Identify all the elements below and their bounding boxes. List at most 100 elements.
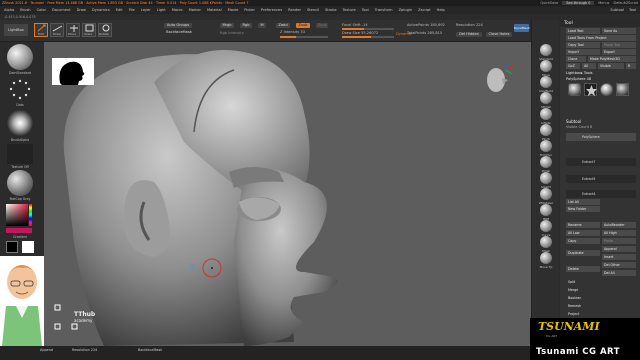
edit-mode-button[interactable]: Edit [34,23,48,37]
brush-curve[interactable]: Curve [535,220,557,237]
zcut-button[interactable]: Zcut [316,23,328,28]
brush-pinch[interactable]: Pinch [535,124,557,141]
menu-item-texture[interactable]: Texture [343,8,356,12]
rename-button[interactable]: Rename [566,222,600,228]
color-saturation-field[interactable] [6,204,28,226]
bottom-resolution-readout[interactable]: Resolution 224 [72,348,97,352]
close-holes-button[interactable]: Close Holes [486,32,512,37]
del-hidden-button[interactable]: Del Hidden [456,32,482,37]
default-script-button[interactable]: DefaultZScript [613,1,638,5]
alpha-selector[interactable] [7,110,33,136]
menu-item-movie[interactable]: Movie [228,8,239,12]
resolution-readout[interactable]: Resolution 224 [456,23,483,27]
brush-polish[interactable]: Polish [535,156,557,173]
bottom-backface-mask-button[interactable]: BackfaceMask [138,348,162,352]
menu-item-document[interactable]: Document [52,8,71,12]
color-hue-strip[interactable] [29,204,32,226]
brush-imm[interactable]: IMM [535,204,557,221]
export-button[interactable]: Export [602,49,636,55]
menu-item-material[interactable]: Material [207,8,222,12]
main-color-swatch[interactable] [6,241,18,253]
see-through-slider[interactable]: See-through 0 [562,1,595,5]
menu-item-dynamics[interactable]: Dynamics [92,8,110,12]
color-picker[interactable] [6,204,32,234]
all-low-button[interactable]: All Low [566,230,600,236]
menu-item-tool-right[interactable]: Tool [629,8,636,12]
visible-button[interactable]: Visible [598,63,624,69]
menu-item-picker[interactable]: Picker [244,8,255,12]
texture-selector[interactable] [7,144,33,164]
tool-thumbnail-sphere[interactable] [600,83,613,96]
subtool-section-title[interactable]: Subtool [566,119,581,124]
menu-item-zscript[interactable]: Zscript [418,8,430,12]
load-tools-from-project-button[interactable]: Load Tools From Project [566,35,636,41]
merge-menu[interactable]: Merge [566,287,600,293]
zsub-button[interactable]: Zsub [296,23,310,28]
copy-button[interactable]: Copy [566,238,600,244]
paste-button[interactable]: Paste [602,238,636,244]
menu-item-help[interactable]: Help [437,8,445,12]
menu-item-zplugin[interactable]: Zplugin [399,8,413,12]
rotate-mode-button[interactable]: Rotate [98,23,112,37]
menu-item-edit[interactable]: Edit [116,8,123,12]
scale-mode-button[interactable]: Scale [82,23,96,37]
menu-item-render[interactable]: Render [288,8,301,12]
brush-claybuild[interactable]: ClayBuild [535,76,557,93]
load-tool-button[interactable]: Load Tool [566,28,600,34]
menu-item-brush[interactable]: Brush [20,8,30,12]
menu-item-color[interactable]: Color [37,8,46,12]
menu-item-marker[interactable]: Marker [189,8,201,12]
z-intensity-slider[interactable] [280,36,328,38]
brush-mask[interactable]: Mask [535,236,557,253]
remesh-menu[interactable]: Remesh [566,303,600,309]
auto-reorder-button[interactable]: AutoReorder [602,222,636,228]
menus-toggle[interactable]: Menus [598,1,609,5]
copy-tool-button[interactable]: Copy Tool [566,42,600,48]
menu-item-file[interactable]: File [129,8,135,12]
canvas-viewport[interactable]: TThub academy [44,42,531,346]
navigation-thumbnail[interactable] [52,58,94,85]
bottom-append-button[interactable]: Append [40,348,53,352]
save-as-button[interactable]: Save As [602,28,636,34]
brush-selector[interactable] [7,44,33,70]
backface-mask-button[interactable]: BackfaceMask [164,30,194,35]
tool-panel-title[interactable]: Tool [560,20,640,27]
boolean-menu[interactable]: Boolean [566,295,600,301]
brush-inflate[interactable]: Inflate [535,108,557,125]
tool-thumbnail-star-icon[interactable] [584,83,597,96]
paste-tool-button[interactable]: Paste Tool [602,42,636,48]
menu-item-light[interactable]: Light [157,8,166,12]
menu-item-stencil[interactable]: Stencil [307,8,319,12]
brush-zmodeler[interactable]: ZModeler [535,188,557,205]
make-polymesh3d-button[interactable]: Make PolyMesh3D [588,56,636,62]
orientation-head-gizmo[interactable] [482,64,518,102]
auto-groups-button[interactable]: Auto Groups [164,23,192,28]
del-other-button[interactable]: Del Other [602,262,636,268]
append-button[interactable]: Append [602,246,636,252]
move-mode-button[interactable]: Move [66,23,80,37]
subtool-row-extract5[interactable]: Extract5 [566,175,636,183]
secondary-color-swatch[interactable] [22,241,34,253]
insert-button[interactable]: Insert [602,254,636,260]
menu-item-stroke[interactable]: Stroke [325,8,336,12]
all-button[interactable]: All [582,63,596,69]
subtool-row-extract7[interactable]: Extract7 [566,158,636,166]
r-button[interactable]: R [626,63,636,69]
tool-thumbnail-head[interactable] [568,83,581,96]
delete-button[interactable]: Delete [566,266,600,272]
draw-mode-button[interactable]: Draw [50,23,64,37]
goz-button[interactable]: GoZ [566,63,580,69]
draw-size-slider[interactable] [342,36,394,38]
menu-item-subtool[interactable]: Subtool [610,8,624,12]
duplicate-button[interactable]: Duplicate [566,250,600,256]
new-folder-button[interactable]: New Folder [566,206,600,212]
subtool-row-polysphere[interactable]: PolySphere [566,133,636,141]
mrgb-button[interactable]: Mrgb [220,23,234,28]
menu-item-draw[interactable]: Draw [77,8,86,12]
lightbox-tools-button[interactable]: Lightbox▸ Tools [566,71,593,75]
stroke-selector[interactable] [8,78,32,102]
brush-hpolish[interactable]: hPolish [535,92,557,109]
brush-move-topological[interactable]: Move Tp [535,252,557,269]
all-high-button[interactable]: All High [602,230,636,236]
focal-shift-slider[interactable] [342,28,394,30]
